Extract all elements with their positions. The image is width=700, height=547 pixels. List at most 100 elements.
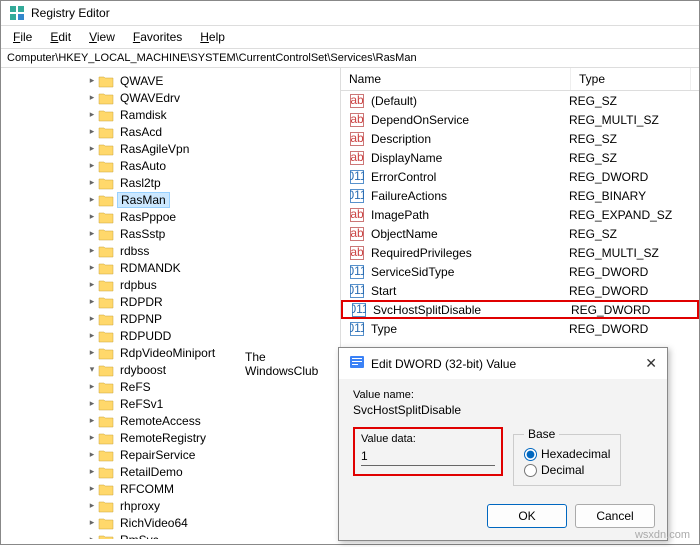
folder-icon — [98, 329, 114, 343]
chevron-icon[interactable] — [86, 177, 98, 188]
value-data-input[interactable] — [361, 447, 495, 466]
tree-item-label: RasAgileVpn — [117, 142, 192, 156]
menu-file[interactable]: File — [5, 28, 40, 46]
dialog-titlebar[interactable]: Edit DWORD (32-bit) Value ✕ — [339, 348, 667, 379]
tree-item-label: RDPNP — [117, 312, 165, 326]
tree-item-label: Ramdisk — [117, 108, 170, 122]
chevron-icon[interactable] — [86, 381, 98, 392]
chevron-icon[interactable] — [86, 483, 98, 494]
tree-item[interactable]: RasPppoe — [86, 208, 340, 225]
menu-favorites[interactable]: Favorites — [125, 28, 190, 46]
dialog-buttons: OK Cancel — [339, 496, 667, 540]
col-header-type[interactable]: Type — [571, 68, 691, 90]
binary-value-icon: 011 — [349, 283, 365, 299]
radio-hex[interactable]: Hexadecimal — [524, 447, 610, 461]
col-header-name[interactable]: Name — [341, 68, 571, 90]
chevron-icon[interactable] — [86, 296, 98, 307]
chevron-icon[interactable] — [86, 500, 98, 511]
value-type: REG_SZ — [569, 227, 689, 241]
value-type: REG_DWORD — [569, 322, 689, 336]
tree-item[interactable]: rhproxy — [86, 497, 340, 514]
tree-item[interactable]: RemoteRegistry — [86, 429, 340, 446]
chevron-icon[interactable] — [86, 415, 98, 426]
tree-item[interactable]: RDPUDD — [86, 327, 340, 344]
chevron-icon[interactable] — [86, 534, 98, 539]
list-row[interactable]: abImagePathREG_EXPAND_SZ — [341, 205, 699, 224]
tree-item[interactable]: RemoteAccess — [86, 412, 340, 429]
radio-dec[interactable]: Decimal — [524, 463, 610, 477]
tree-item[interactable]: RetailDemo — [86, 463, 340, 480]
tree-item[interactable]: ReFS — [86, 378, 340, 395]
list-row[interactable]: abRequiredPrivilegesREG_MULTI_SZ — [341, 243, 699, 262]
menu-help[interactable]: Help — [192, 28, 233, 46]
tree-item[interactable]: RasAcd — [86, 123, 340, 140]
chevron-icon[interactable] — [86, 466, 98, 477]
tree-item[interactable]: RmSvc — [86, 531, 340, 539]
value-name: (Default) — [369, 94, 569, 108]
chevron-icon[interactable] — [86, 75, 98, 86]
watermark-text: The WindowsClub — [245, 350, 318, 379]
tree-item[interactable]: RDPNP — [86, 310, 340, 327]
chevron-icon[interactable] — [86, 109, 98, 120]
chevron-icon[interactable] — [86, 211, 98, 222]
titlebar[interactable]: Registry Editor — [1, 1, 699, 26]
tree-item[interactable]: rdbss — [86, 242, 340, 259]
list-row[interactable]: abObjectNameREG_SZ — [341, 224, 699, 243]
chevron-icon[interactable] — [86, 92, 98, 103]
chevron-icon[interactable] — [86, 245, 98, 256]
chevron-icon[interactable] — [86, 330, 98, 341]
chevron-icon[interactable] — [86, 160, 98, 171]
tree-item[interactable]: rdpbus — [86, 276, 340, 293]
list-row[interactable]: 011StartREG_DWORD — [341, 281, 699, 300]
chevron-icon[interactable] — [86, 126, 98, 137]
tree-pane[interactable]: QWAVEQWAVEdrvRamdiskRasAcdRasAgileVpnRas… — [1, 68, 341, 539]
chevron-icon[interactable] — [86, 313, 98, 324]
tree-item[interactable]: RasMan — [86, 191, 340, 208]
list-row[interactable]: abDisplayNameREG_SZ — [341, 148, 699, 167]
chevron-icon[interactable] — [86, 398, 98, 409]
tree-item[interactable]: QWAVE — [86, 72, 340, 89]
tree-item[interactable]: RepairService — [86, 446, 340, 463]
chevron-icon[interactable] — [86, 194, 98, 205]
folder-icon — [98, 210, 114, 224]
value-name: ErrorControl — [369, 170, 569, 184]
chevron-icon[interactable] — [86, 262, 98, 273]
chevron-icon[interactable] — [86, 143, 98, 154]
chevron-icon[interactable] — [86, 364, 98, 375]
tree-item[interactable]: Rasl2tp — [86, 174, 340, 191]
watermark-source: wsxdn.com — [635, 529, 690, 541]
list-row[interactable]: 011FailureActionsREG_BINARY — [341, 186, 699, 205]
menu-view[interactable]: View — [81, 28, 123, 46]
list-header: Name Type — [341, 68, 699, 91]
tree-item[interactable]: RasAgileVpn — [86, 140, 340, 157]
tree-item[interactable]: RDPDR — [86, 293, 340, 310]
tree-item[interactable]: RDMANDK — [86, 259, 340, 276]
tree-item[interactable]: QWAVEdrv — [86, 89, 340, 106]
list-row[interactable]: 011ErrorControlREG_DWORD — [341, 167, 699, 186]
tree-item[interactable]: ReFSv1 — [86, 395, 340, 412]
list-row[interactable]: abDescriptionREG_SZ — [341, 129, 699, 148]
ok-button[interactable]: OK — [487, 504, 567, 528]
close-icon[interactable]: ✕ — [645, 355, 657, 372]
chevron-icon[interactable] — [86, 279, 98, 290]
tree-item[interactable]: RasAuto — [86, 157, 340, 174]
cancel-button[interactable]: Cancel — [575, 504, 655, 528]
folder-icon — [98, 533, 114, 540]
tree-item[interactable]: RasSstp — [86, 225, 340, 242]
chevron-icon[interactable] — [86, 432, 98, 443]
list-row[interactable]: abDependOnServiceREG_MULTI_SZ — [341, 110, 699, 129]
list-row[interactable]: 011ServiceSidTypeREG_DWORD — [341, 262, 699, 281]
address-bar[interactable]: Computer\HKEY_LOCAL_MACHINE\SYSTEM\Curre… — [1, 49, 699, 68]
menu-edit[interactable]: Edit — [42, 28, 79, 46]
chevron-icon[interactable] — [86, 517, 98, 528]
list-row[interactable]: 011SvcHostSplitDisableREG_DWORD — [341, 300, 699, 319]
list-row[interactable]: 011TypeREG_DWORD — [341, 319, 699, 338]
tree-item[interactable]: RichVideo64 — [86, 514, 340, 531]
list-row[interactable]: ab(Default)REG_SZ — [341, 91, 699, 110]
chevron-icon[interactable] — [86, 228, 98, 239]
tree-item[interactable]: RFCOMM — [86, 480, 340, 497]
chevron-icon[interactable] — [86, 449, 98, 460]
tree-item-label: RasPppoe — [117, 210, 179, 224]
tree-item[interactable]: Ramdisk — [86, 106, 340, 123]
chevron-icon[interactable] — [86, 347, 98, 358]
